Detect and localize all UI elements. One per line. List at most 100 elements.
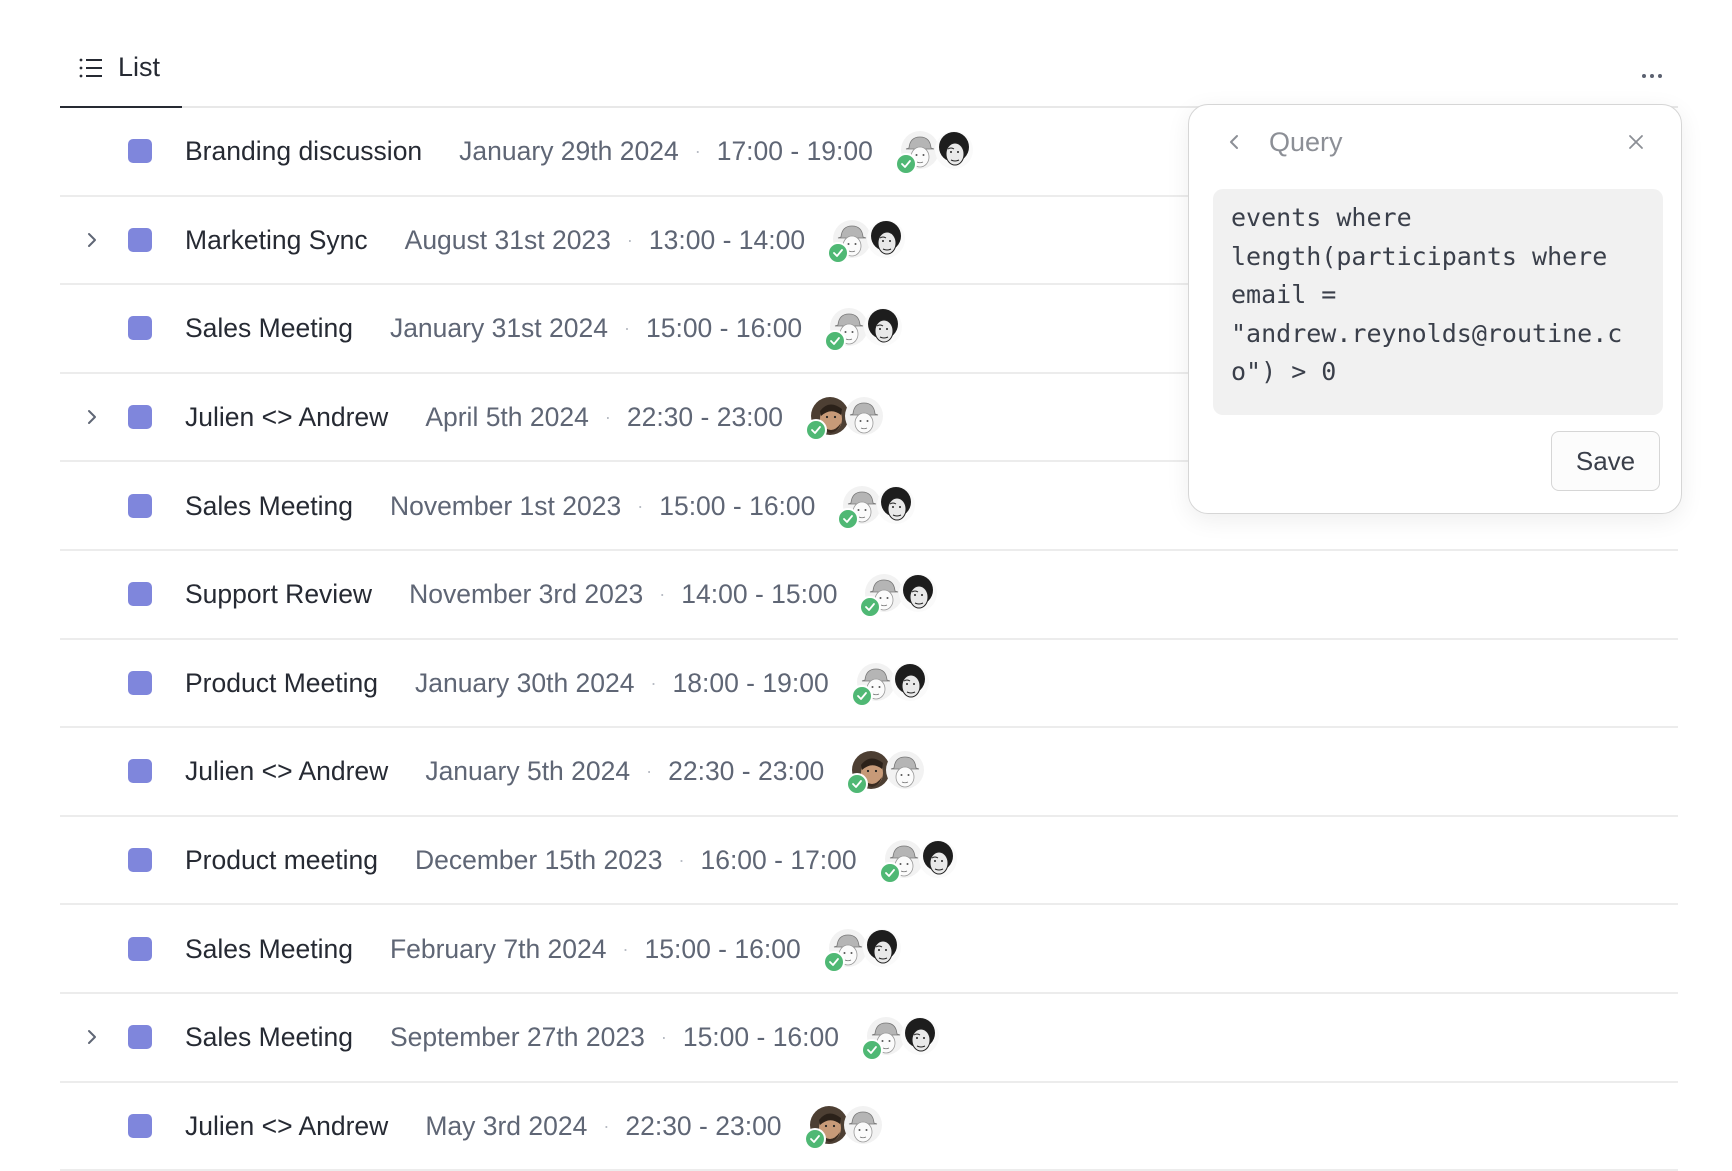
accepted-check-icon xyxy=(859,596,882,619)
accepted-check-icon xyxy=(822,950,845,973)
event-title: Julien <> Andrew xyxy=(185,1110,389,1141)
chevron-right-icon[interactable] xyxy=(82,1027,102,1047)
avatar-curly xyxy=(934,131,973,170)
separator-dot: · xyxy=(678,850,685,871)
avatar-curly xyxy=(877,485,916,524)
event-title: Sales Meeting xyxy=(185,490,353,521)
event-color-checkbox[interactable] xyxy=(128,405,152,430)
event-color-checkbox[interactable] xyxy=(128,848,152,873)
event-time: 15:00 - 16:00 xyxy=(682,1022,840,1053)
separator-dot: · xyxy=(604,407,611,428)
accepted-check-icon xyxy=(850,684,873,707)
event-title: Julien <> Andrew xyxy=(185,402,389,433)
event-time: 15:00 - 16:00 xyxy=(644,933,801,964)
chevron-right-icon[interactable] xyxy=(82,407,102,427)
event-color-checkbox[interactable] xyxy=(128,582,152,607)
event-date: December 15th 2023 xyxy=(414,845,663,876)
event-date: November 3rd 2023 xyxy=(409,579,644,610)
event-content: Sales Meeting November 1st 2023 · 15:00 … xyxy=(185,485,923,530)
event-content: Product Meeting January 30th 2024 · 18:0… xyxy=(185,662,937,707)
avatar-cap xyxy=(843,1105,882,1144)
event-title: Marketing Sync xyxy=(185,224,368,255)
event-row[interactable]: Sales Meeting September 27th 2023 · 15:0… xyxy=(60,994,1678,1083)
event-date: January 29th 2024 xyxy=(459,136,679,167)
event-color-checkbox[interactable] xyxy=(128,139,152,164)
accepted-check-icon xyxy=(803,1127,826,1150)
avatar-curly xyxy=(867,219,906,258)
event-color-checkbox[interactable] xyxy=(128,227,152,252)
avatar-cap xyxy=(886,751,925,790)
event-date: May 3rd 2024 xyxy=(425,1110,588,1141)
save-button[interactable]: Save xyxy=(1551,431,1660,491)
event-time: 17:00 - 19:00 xyxy=(716,136,873,167)
event-content: Sales Meeting September 27th 2023 · 15:0… xyxy=(185,1017,947,1062)
tab-label: List xyxy=(118,52,161,82)
event-color-checkbox[interactable] xyxy=(128,1113,152,1138)
participant-avatars[interactable] xyxy=(861,1017,947,1062)
avatar-curly xyxy=(899,574,938,613)
participant-avatars[interactable] xyxy=(824,308,910,353)
event-title: Sales Meeting xyxy=(185,313,353,344)
event-color-checkbox[interactable] xyxy=(128,493,152,518)
separator-dot: · xyxy=(626,229,633,250)
event-row[interactable]: Sales Meeting February 7th 2024 · 15:00 … xyxy=(60,905,1678,994)
event-date: April 5th 2024 xyxy=(425,402,589,433)
close-icon[interactable] xyxy=(1625,131,1647,153)
more-options-button[interactable] xyxy=(1636,62,1668,90)
event-time: 22:30 - 23:00 xyxy=(668,756,825,787)
event-title: Sales Meeting xyxy=(185,933,353,964)
participant-avatars[interactable] xyxy=(850,662,937,707)
ellipsis-dot xyxy=(1650,74,1654,78)
event-title: Julien <> Andrew xyxy=(185,756,389,787)
event-content: Product meeting December 15th 2023 · 16:… xyxy=(185,840,965,885)
event-row[interactable]: Support Review November 3rd 2023 · 14:00… xyxy=(60,551,1678,640)
event-row[interactable]: Julien <> Andrew May 3rd 2024 · 22:30 - … xyxy=(60,1083,1678,1171)
event-title: Branding discussion xyxy=(185,136,423,167)
participant-avatars[interactable] xyxy=(846,751,932,796)
event-date: January 5th 2024 xyxy=(425,756,631,787)
event-color-checkbox[interactable] xyxy=(128,1025,152,1050)
accepted-check-icon xyxy=(827,241,850,264)
event-title: Product meeting xyxy=(185,845,378,876)
participant-avatars[interactable] xyxy=(859,574,945,619)
event-row[interactable]: Product Meeting January 30th 2024 · 18:0… xyxy=(60,640,1678,729)
event-date: August 31st 2023 xyxy=(404,224,611,255)
event-content: Branding discussion January 29th 2024 · … xyxy=(185,131,981,176)
participant-avatars[interactable] xyxy=(805,397,891,442)
chevron-right-icon[interactable] xyxy=(82,230,102,250)
event-color-checkbox[interactable] xyxy=(128,936,152,961)
event-row[interactable]: Julien <> Andrew January 5th 2024 · 22:3… xyxy=(60,728,1678,817)
event-time: 18:00 - 19:00 xyxy=(672,667,829,698)
event-time: 22:30 - 23:00 xyxy=(625,1110,782,1141)
ellipsis-dot xyxy=(1658,74,1662,78)
query-input[interactable]: events where length(participants where e… xyxy=(1213,189,1663,415)
participant-avatars[interactable] xyxy=(803,1105,890,1150)
event-color-checkbox[interactable] xyxy=(128,759,152,784)
event-content: Marketing Sync August 31st 2023 · 13:00 … xyxy=(185,219,913,264)
event-color-checkbox[interactable] xyxy=(128,670,152,695)
participant-avatars[interactable] xyxy=(822,928,909,973)
event-title: Product Meeting xyxy=(185,667,378,698)
participant-avatars[interactable] xyxy=(894,131,981,176)
avatar-curly xyxy=(862,928,901,967)
separator-dot: · xyxy=(623,318,630,339)
event-content: Julien <> Andrew May 3rd 2024 · 22:30 - … xyxy=(185,1105,890,1150)
event-content: Sales Meeting January 31st 2024 · 15:00 … xyxy=(185,308,910,353)
accepted-check-icon xyxy=(846,773,869,796)
query-panel: Query events where length(participants w… xyxy=(1188,104,1682,514)
event-row[interactable]: Product meeting December 15th 2023 · 16:… xyxy=(60,817,1678,906)
tab-list[interactable]: List xyxy=(60,50,182,108)
participant-avatars[interactable] xyxy=(878,840,965,885)
event-title: Sales Meeting xyxy=(185,1022,353,1053)
participant-avatars[interactable] xyxy=(837,485,923,530)
separator-dot: · xyxy=(650,672,657,693)
event-content: Sales Meeting February 7th 2024 · 15:00 … xyxy=(185,928,909,973)
event-content: Julien <> Andrew April 5th 2024 · 22:30 … xyxy=(185,397,891,442)
avatar-curly xyxy=(890,662,929,701)
chevron-left-icon[interactable] xyxy=(1223,131,1245,153)
participant-avatars[interactable] xyxy=(827,219,913,264)
avatar-curly xyxy=(864,308,903,347)
event-color-checkbox[interactable] xyxy=(128,316,152,341)
avatar-curly xyxy=(918,840,957,879)
avatar-cap xyxy=(845,397,884,436)
